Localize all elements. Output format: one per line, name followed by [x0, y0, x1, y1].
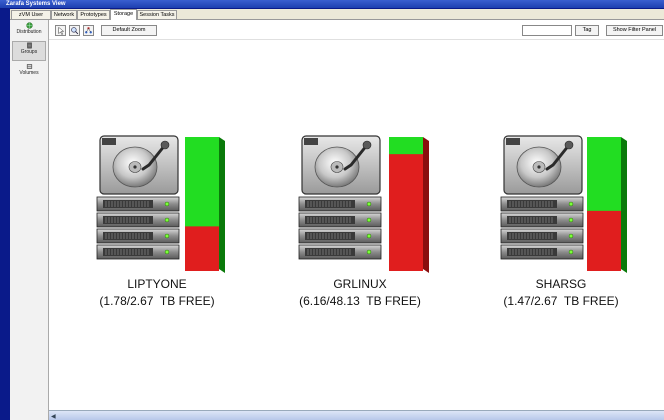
bar-side-shading — [423, 137, 429, 273]
bar-side-shading — [621, 137, 627, 273]
server-rack-icon — [298, 196, 382, 260]
tab-storage[interactable]: Storage — [110, 9, 137, 20]
server-rack-icon — [500, 196, 584, 260]
usage-bar — [389, 137, 429, 273]
usage-bar — [587, 137, 627, 273]
volume-name: SHARSG — [535, 277, 587, 291]
network-layout-icon — [85, 27, 92, 34]
scroll-left-icon[interactable]: ◀ — [51, 413, 56, 420]
sidebar-item-label: Groups — [20, 49, 38, 55]
server-rack-icon — [96, 196, 180, 260]
volume-free-label: (1.78/2.67 TB FREE) — [99, 294, 215, 308]
hard-drive-icon — [300, 134, 382, 196]
zoom-tool-button[interactable] — [69, 25, 80, 36]
server-icon — [26, 42, 32, 49]
volume-name: LIPTYONE — [127, 277, 187, 291]
globe-icon — [25, 22, 33, 29]
tab-bar: zVM User Groups Network Prototypes Stora… — [10, 9, 664, 27]
default-zoom-button[interactable]: Default Zoom — [101, 25, 157, 36]
volume-free-label: (1.47/2.67 TB FREE) — [503, 294, 619, 308]
used-space-segment — [389, 154, 423, 271]
tab-session-tasks[interactable]: Session Tasks — [137, 10, 177, 19]
sidebar: Distribution Groups Volumes — [10, 20, 49, 420]
volume-free-label: (6.16/48.13 TB FREE) — [299, 294, 421, 308]
layout-tool-button[interactable] — [83, 25, 94, 36]
tab-network[interactable]: Network — [51, 10, 77, 19]
sidebar-item-groups[interactable]: Groups — [12, 41, 46, 61]
used-space-segment — [185, 226, 219, 271]
volume-name: GRLINUX — [333, 277, 387, 291]
sidebar-item-volumes[interactable]: Volumes — [12, 63, 46, 81]
volume-group-liptyone[interactable] — [96, 134, 225, 273]
bar-side-shading — [219, 137, 225, 273]
volume-group-grlinux[interactable] — [298, 134, 429, 273]
tag-input[interactable] — [522, 25, 572, 36]
tab-prototypes[interactable]: Prototypes — [77, 10, 110, 19]
storage-graphics — [96, 134, 627, 273]
storage-canvas: LIPTYONE (1.78/2.67 TB FREE) GRLINUX (6.… — [49, 40, 664, 410]
sidebar-item-label: Distribution — [16, 29, 42, 35]
show-filter-panel-button[interactable]: Show Filter Panel — [606, 25, 663, 36]
tab-zvm-user-groups[interactable]: zVM User Groups — [11, 10, 51, 27]
used-space-segment — [587, 210, 621, 271]
window-frame-left — [0, 8, 10, 420]
tag-button[interactable]: Tag — [575, 25, 599, 36]
window-title: Zarafa Systems View — [0, 0, 664, 8]
hard-drive-icon — [502, 134, 584, 196]
hard-drive-icon — [98, 134, 180, 196]
volume-group-sharsg[interactable] — [500, 134, 627, 273]
sidebar-item-distribution[interactable]: Distribution — [12, 22, 46, 40]
pointer-icon — [58, 26, 65, 35]
disk-icon — [26, 64, 32, 69]
usage-bar — [185, 137, 225, 273]
horizontal-scrollbar[interactable]: ◀ — [49, 410, 664, 420]
select-tool-button[interactable] — [55, 25, 66, 36]
toolbar: Default Zoom Tag Show Filter Panel — [49, 20, 664, 40]
sidebar-item-label: Volumes — [19, 70, 39, 76]
magnifier-icon — [71, 27, 79, 35]
